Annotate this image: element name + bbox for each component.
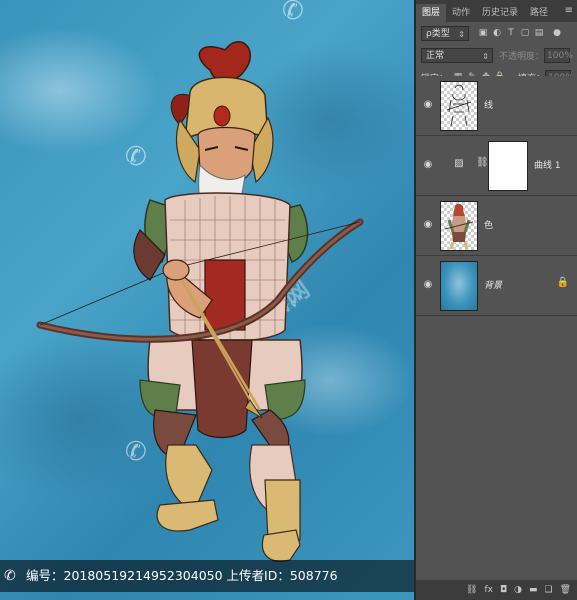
new-adjustment-icon[interactable]: ◑	[514, 585, 522, 595]
layers-panel: 图层 动作 历史记录 路径 ≡ ρ类型 ⇕ ▣ ◐ T ▢ ▤ ● 正常 ⇕ 不…	[414, 0, 577, 600]
filter-toggle-icon[interactable]: ●	[551, 27, 563, 39]
lock-icon: 🔒	[556, 277, 569, 288]
filter-shape-icon[interactable]: ▢	[519, 27, 531, 39]
add-mask-icon[interactable]: ◘	[500, 585, 507, 595]
layer-row-lineart[interactable]: ◉ 线	[416, 76, 577, 136]
color-thumb-graphic	[444, 203, 474, 250]
tab-actions[interactable]: 动作	[446, 4, 476, 22]
visibility-eye-icon[interactable]: ◉	[421, 99, 435, 111]
layer-name: 背景	[484, 281, 503, 291]
new-group-icon[interactable]: ▬	[529, 585, 538, 595]
blend-opacity-row: 正常 ⇕ 不透明度： 100%	[416, 44, 577, 66]
warrior-illustration	[36, 41, 364, 562]
opacity-label: 不透明度：	[499, 51, 545, 62]
layer-row-curves[interactable]: ◉ ▨ ⛓ 曲线 1	[416, 136, 577, 196]
tab-paths[interactable]: 路径	[524, 4, 554, 22]
panel-menu-icon[interactable]: ≡	[565, 5, 573, 17]
blend-mode-value: 正常	[426, 50, 445, 61]
opacity-field[interactable]: 100%	[544, 47, 573, 63]
chevron-down-icon: ⇕	[482, 51, 489, 61]
chain-link-icon[interactable]: ⛓	[476, 157, 489, 168]
opacity-value: 100%	[547, 50, 573, 61]
layer-thumbnail	[440, 81, 478, 131]
visibility-eye-icon[interactable]: ◉	[421, 279, 435, 291]
tab-history[interactable]: 历史记录	[476, 4, 524, 22]
filter-pixel-icon[interactable]: ▣	[477, 27, 489, 39]
layers-list: ◉ 线 ◉ ▨ ⛓ 曲线 1 ◉ 色 ◉ 背景 🔒	[416, 76, 577, 316]
filter-type-icon[interactable]: T	[505, 27, 517, 39]
filter-smart-object-icon[interactable]: ▤	[533, 27, 545, 39]
layer-filter-row: ρ类型 ⇕ ▣ ◐ T ▢ ▤ ●	[416, 22, 577, 44]
chevron-down-icon: ⇕	[458, 29, 465, 39]
link-layers-icon[interactable]: ⛓	[466, 585, 477, 595]
document-canvas[interactable]: ✆ ✆ ✆ ✆ ✆ 汇图网 www.huitu.com	[0, 0, 414, 600]
layer-filter-dropdown[interactable]: ρ类型 ⇕	[421, 25, 469, 41]
new-layer-icon[interactable]: ❏	[544, 585, 552, 595]
layer-row-background[interactable]: ◉ 背景 🔒	[416, 256, 577, 316]
layer-filter-label: ρ类型	[426, 28, 450, 39]
layer-name: 色	[484, 221, 494, 231]
visibility-eye-icon[interactable]: ◉	[421, 219, 435, 231]
layer-thumbnail	[440, 261, 478, 311]
layer-style-icon[interactable]: fx	[484, 585, 493, 595]
layer-mask-thumbnail[interactable]	[488, 141, 528, 191]
blend-mode-dropdown[interactable]: 正常 ⇕	[421, 47, 493, 63]
layer-row-color[interactable]: ◉ 色	[416, 196, 577, 256]
tab-layers[interactable]: 图层	[416, 4, 447, 22]
visibility-eye-icon[interactable]: ◉	[421, 159, 435, 171]
image-info-bar: ✆ 编号：20180519214952304050 上传者ID：508776	[0, 560, 414, 592]
layers-bottom-toolbar: ⛓ fx ◘ ◑ ▬ ❏ 🗑	[416, 580, 577, 600]
delete-layer-icon[interactable]: 🗑	[560, 585, 571, 595]
curves-adjustment-icon: ▨	[454, 158, 464, 169]
lineart-thumb-graphic	[446, 84, 472, 127]
layer-name: 曲线 1	[534, 161, 561, 171]
panel-tabs: 图层 动作 历史记录 路径 ≡	[416, 0, 577, 22]
layer-name: 线	[484, 101, 494, 111]
image-info-text: 编号：20180519214952304050 上传者ID：508776	[26, 568, 338, 583]
layer-thumbnail	[440, 201, 478, 251]
site-logo-icon: ✆	[4, 568, 16, 584]
filter-adjustment-icon[interactable]: ◐	[491, 27, 503, 39]
